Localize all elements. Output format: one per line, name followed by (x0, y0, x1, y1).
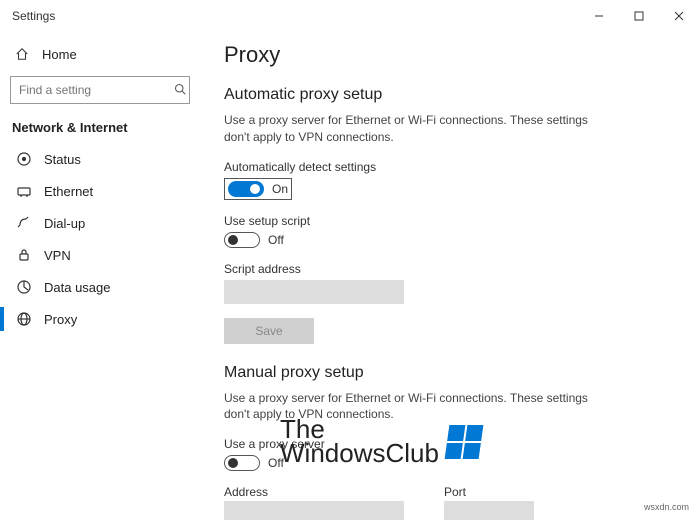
setup-script-toggle[interactable] (224, 232, 260, 248)
script-address-input[interactable] (224, 280, 404, 304)
sidebar-item-datausage[interactable]: Data usage (10, 271, 190, 303)
main-content: Proxy Automatic proxy setup Use a proxy … (200, 32, 699, 520)
sidebar-item-status[interactable]: Status (10, 143, 190, 175)
dialup-icon (16, 215, 32, 231)
auto-detect-label: Automatically detect settings (224, 160, 669, 174)
nav-label: Dial-up (44, 216, 85, 231)
manual-address-input[interactable] (224, 501, 404, 520)
manual-port-label: Port (444, 485, 534, 499)
sidebar-item-proxy[interactable]: Proxy (10, 303, 190, 335)
search-box[interactable] (10, 76, 190, 104)
window-controls (579, 0, 699, 32)
auto-detect-toggle[interactable] (228, 181, 264, 197)
use-proxy-label: Use a proxy server (224, 437, 669, 451)
watermark-text: wsxdn.com (644, 502, 689, 512)
script-address-label: Script address (224, 262, 669, 276)
nav-label: Proxy (44, 312, 77, 327)
datausage-icon (16, 279, 32, 295)
window-title: Settings (12, 9, 579, 23)
nav-label: Status (44, 152, 81, 167)
nav-label: VPN (44, 248, 71, 263)
minimize-button[interactable] (579, 0, 619, 32)
titlebar: Settings (0, 0, 699, 32)
status-icon (16, 151, 32, 167)
setup-script-state: Off (268, 233, 284, 247)
proxy-icon (16, 311, 32, 327)
close-button[interactable] (659, 0, 699, 32)
use-proxy-toggle[interactable] (224, 455, 260, 471)
page-title: Proxy (224, 42, 669, 68)
ethernet-icon (16, 183, 32, 199)
search-input[interactable] (19, 83, 174, 97)
auto-detect-focus-ring: On (224, 178, 292, 200)
home-icon (14, 46, 30, 62)
sidebar: Home Network & Internet Status Ethernet (0, 32, 200, 520)
manual-section-heading: Manual proxy setup (224, 364, 669, 382)
sidebar-item-dialup[interactable]: Dial-up (10, 207, 190, 239)
sidebar-section-header: Network & Internet (10, 116, 190, 143)
setup-script-label: Use setup script (224, 214, 669, 228)
maximize-button[interactable] (619, 0, 659, 32)
save-button[interactable]: Save (224, 318, 314, 344)
nav-label: Ethernet (44, 184, 93, 199)
manual-section-desc: Use a proxy server for Ethernet or Wi-Fi… (224, 390, 604, 424)
vpn-icon (16, 247, 32, 263)
sidebar-home[interactable]: Home (10, 40, 190, 68)
manual-port-input[interactable] (444, 501, 534, 520)
auto-detect-state: On (272, 182, 288, 196)
auto-section-desc: Use a proxy server for Ethernet or Wi-Fi… (224, 112, 604, 146)
sidebar-item-ethernet[interactable]: Ethernet (10, 175, 190, 207)
nav-label: Data usage (44, 280, 111, 295)
sidebar-item-vpn[interactable]: VPN (10, 239, 190, 271)
home-label: Home (42, 47, 77, 62)
use-proxy-state: Off (268, 456, 284, 470)
search-icon (174, 83, 186, 98)
manual-address-label: Address (224, 485, 404, 499)
auto-section-heading: Automatic proxy setup (224, 86, 669, 104)
